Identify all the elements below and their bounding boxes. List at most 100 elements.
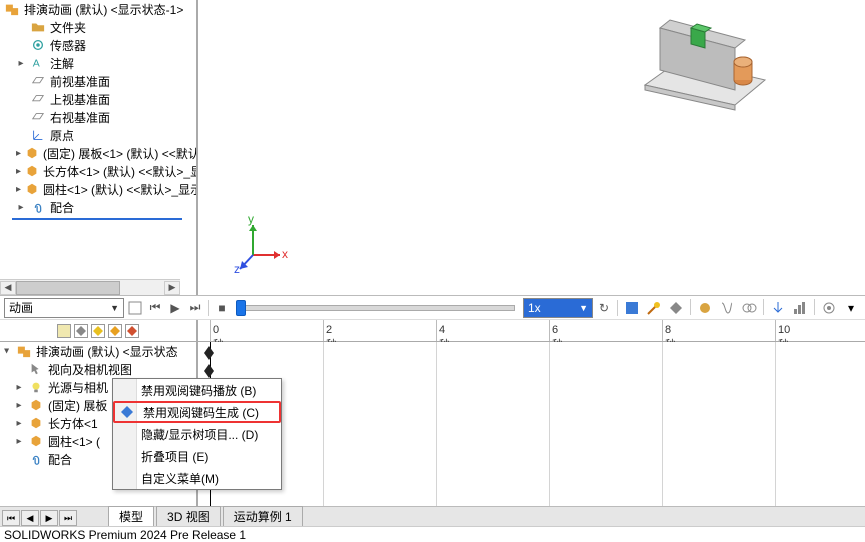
results-icon[interactable] — [790, 299, 810, 317]
slider-thumb[interactable] — [236, 300, 246, 316]
tree-list: 排演动画 (默认) <显示状态-1> 文件夹 传感器 A 注解 前视基准面 — [0, 0, 196, 220]
menu-item-disable-keygen[interactable]: 禁用观阅键码生成 (C) — [113, 401, 281, 423]
tree-item-annotations[interactable]: A 注解 — [2, 54, 194, 72]
scroll-track[interactable] — [16, 281, 164, 295]
tree-item-part[interactable]: 长方体<1> (默认) <<默认>_显示 — [2, 162, 194, 180]
graphics-viewport[interactable]: x y z — [198, 0, 865, 295]
motor-icon[interactable] — [695, 299, 715, 317]
tab-3d-view[interactable]: 3D 视图 — [156, 506, 221, 526]
caret-icon[interactable] — [14, 436, 24, 446]
caret-icon[interactable] — [2, 346, 12, 356]
motion-tools-group: ▾ — [622, 299, 861, 317]
separator — [208, 300, 209, 316]
part-icon — [28, 433, 44, 449]
save-animation-icon[interactable] — [622, 299, 642, 317]
key-icon[interactable] — [666, 299, 686, 317]
menu-item-hide-show-tree[interactable]: 隐藏/显示树项目... (D) — [113, 423, 281, 445]
stop-icon[interactable]: ■ — [213, 299, 231, 317]
menu-item-collapse[interactable]: 折叠项目 (E) — [113, 445, 281, 467]
filter-icon[interactable] — [57, 324, 71, 338]
timeline-tracks[interactable] — [198, 342, 865, 508]
tab-prev-icon[interactable]: ◀ — [21, 510, 39, 526]
scroll-thumb[interactable] — [16, 281, 120, 295]
timeline-slider[interactable] — [239, 305, 515, 311]
tree-item-origin[interactable]: 原点 — [2, 126, 194, 144]
caret-icon[interactable] — [16, 184, 21, 194]
tab-next-icon[interactable]: ▶ — [40, 510, 58, 526]
tab-motion-study[interactable]: 运动算例 1 — [223, 506, 303, 526]
tab-model[interactable]: 模型 — [108, 506, 154, 526]
menu-item-disable-playback[interactable]: 禁用观阅键码播放 (B) — [113, 379, 281, 401]
feature-manager-tree[interactable]: 排演动画 (默认) <显示状态-1> 文件夹 传感器 A 注解 前视基准面 — [0, 0, 198, 295]
tree-label: 光源与相机 — [48, 379, 108, 396]
plane-icon — [30, 91, 46, 107]
mate-icon — [28, 451, 44, 467]
separator — [617, 300, 618, 316]
part-icon — [25, 163, 39, 179]
tab-first-icon[interactable]: ⏮ — [2, 510, 20, 526]
tab-nav-buttons: ⏮ ◀ ▶ ⏭ — [0, 510, 108, 526]
tree-label: 长方体<1> (默认) <<默认>_显示 — [43, 163, 198, 180]
caret-icon[interactable] — [16, 202, 26, 212]
tree-label: 排演动画 (默认) <显示状态 — [36, 343, 178, 360]
caret-icon[interactable] — [16, 148, 21, 158]
svg-text:A: A — [33, 58, 40, 70]
cursor-icon — [28, 361, 44, 377]
keyframe-diamond[interactable] — [204, 364, 214, 378]
caret-icon — [16, 22, 26, 32]
wizard-icon[interactable] — [644, 299, 664, 317]
tree-item-part[interactable]: (固定) 展板<1> (默认) <<默认>_ — [2, 144, 194, 162]
loop-icon[interactable]: ↻ — [595, 299, 613, 317]
tree-label: 配合 — [48, 451, 72, 468]
study-type-dropdown[interactable]: 动画 ▼ — [4, 298, 124, 318]
tree-label: 配合 — [50, 199, 74, 216]
tree-item-folder[interactable]: 文件夹 — [2, 18, 194, 36]
autokey-yellow-icon[interactable] — [91, 324, 105, 338]
tree-item-plane[interactable]: 右视基准面 — [2, 108, 194, 126]
contact-icon[interactable] — [739, 299, 759, 317]
caret-icon — [16, 76, 26, 86]
skip-end-icon[interactable]: ⏭ — [186, 299, 204, 317]
caret-icon[interactable] — [14, 400, 24, 410]
caret-icon[interactable] — [14, 418, 24, 428]
origin-icon — [30, 127, 46, 143]
collapse-icon[interactable]: ▾ — [841, 299, 861, 317]
tree-item-part[interactable]: 圆柱<1> (默认) <<默认>_显示状 — [2, 180, 194, 198]
tree-item-plane[interactable]: 上视基准面 — [2, 90, 194, 108]
tree-item-mates[interactable]: 配合 — [2, 198, 194, 216]
tree-item-plane[interactable]: 前视基准面 — [2, 72, 194, 90]
skip-start-icon[interactable]: ⏮ — [146, 299, 164, 317]
caret-icon[interactable] — [14, 382, 24, 392]
caret-icon[interactable] — [16, 166, 21, 176]
tl-tree-item[interactable]: 视向及相机视图 — [0, 360, 196, 378]
tree-horizontal-scrollbar[interactable]: ◀ ▶ — [0, 279, 180, 295]
tree-label: 前视基准面 — [50, 73, 110, 90]
timeline-ruler[interactable]: 0 秒 2 秒 4 秒 6 秒 8 秒 10 秒 — [198, 320, 865, 341]
autokey-orange-icon[interactable] — [108, 324, 122, 338]
calculate-icon[interactable] — [126, 299, 144, 317]
caret-icon[interactable] — [16, 58, 26, 68]
autokey-red-icon[interactable] — [125, 324, 139, 338]
dropdown-label: 动画 — [9, 299, 33, 316]
svg-text:x: x — [282, 247, 288, 261]
menu-item-customize[interactable]: 自定义菜单(M) — [113, 467, 281, 489]
play-icon[interactable]: ▶ — [166, 299, 184, 317]
tab-last-icon[interactable]: ⏭ — [59, 510, 77, 526]
tree-label: 长方体<1 — [48, 415, 98, 432]
separator — [690, 299, 691, 315]
scroll-right-arrow[interactable]: ▶ — [164, 281, 180, 295]
scroll-left-arrow[interactable]: ◀ — [0, 281, 16, 295]
gravity-icon[interactable] — [768, 299, 788, 317]
tree-label: 文件夹 — [50, 19, 86, 36]
model-3d-preview — [625, 10, 785, 120]
key-point-icon[interactable] — [74, 324, 88, 338]
part-icon — [28, 397, 44, 413]
speed-label: 1x — [528, 301, 541, 315]
tree-item-assembly[interactable]: 排演动画 (默认) <显示状态-1> — [2, 0, 194, 18]
keyframe-diamond[interactable] — [204, 346, 214, 360]
tree-item-sensor[interactable]: 传感器 — [2, 36, 194, 54]
settings-icon[interactable] — [819, 299, 839, 317]
playback-speed-dropdown[interactable]: 1x ▼ — [523, 298, 593, 318]
spring-icon[interactable] — [717, 299, 737, 317]
tl-tree-item[interactable]: 排演动画 (默认) <显示状态 — [0, 342, 196, 360]
